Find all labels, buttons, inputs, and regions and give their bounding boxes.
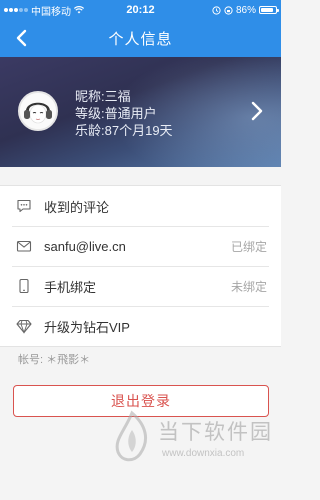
- level-label: 等级:: [75, 106, 105, 121]
- list-item-comments[interactable]: 收到的评论: [0, 186, 281, 226]
- level-value: 普通用户: [104, 106, 157, 121]
- watermark-text: 当下软件园: [158, 421, 273, 444]
- back-button[interactable]: [10, 27, 32, 49]
- chevron-right-icon: [251, 101, 263, 121]
- signal-icon: [4, 8, 28, 12]
- page-title: 个人信息: [108, 31, 173, 48]
- status-bar: 中国移动 20:12 86%: [0, 0, 281, 20]
- alarm-icon: [212, 5, 221, 15]
- status-time: 20:12: [126, 4, 155, 16]
- list-item-vip[interactable]: 升级为钻石VIP: [0, 306, 281, 346]
- carrier-label: 中国移动: [31, 6, 71, 18]
- age-value: 87个月19天: [104, 123, 173, 138]
- age-label: 乐龄:: [75, 123, 105, 138]
- status-right: 86%: [177, 4, 279, 16]
- status-left: 中国移动: [4, 3, 104, 18]
- phone-icon: [19, 278, 29, 294]
- nav-bar: 个人信息: [0, 20, 281, 57]
- battery-fill: [261, 8, 273, 12]
- avatar[interactable]: [18, 91, 58, 131]
- chevron-left-icon: [16, 29, 27, 47]
- battery-icon: [259, 6, 279, 14]
- status-badge-phone: 未绑定: [230, 279, 267, 294]
- diamond-icon: [16, 319, 32, 334]
- settings-list: 收到的评论 sanfu@live.cn 已绑定 手机绑定 未绑定 升级为钻石VI…: [0, 185, 281, 347]
- watermark: 当下软件园 www.downxia.com: [110, 408, 280, 476]
- nickname-value: 三福: [104, 89, 131, 104]
- nickname-row: 昵称: 三福: [75, 88, 173, 105]
- age-row: 乐龄: 87个月19天: [75, 122, 173, 139]
- profile-header[interactable]: 昵称: 三福 等级: 普通用户 乐龄: 87个月19天: [0, 57, 281, 167]
- list-item-label: 升级为钻石VIP: [44, 319, 130, 335]
- account-label: 帐号:: [18, 354, 44, 366]
- list-item-label: 收到的评论: [44, 199, 110, 215]
- watermark-url: www.downxia.com: [162, 448, 245, 459]
- wifi-icon: [74, 6, 84, 14]
- avatar-image: [20, 93, 56, 129]
- list-item-label: 手机绑定: [44, 279, 97, 295]
- mail-icon: [16, 240, 32, 252]
- lock-rotation-icon: [224, 5, 233, 15]
- battery-percent: 86%: [235, 4, 256, 16]
- status-badge-email: 已绑定: [230, 239, 267, 254]
- watermark-logo-icon: [115, 410, 148, 462]
- account-value: ＊飛影＊: [46, 354, 91, 366]
- comment-icon: [17, 199, 31, 213]
- level-row: 等级: 普通用户: [75, 105, 173, 122]
- list-item-label: sanfu@live.cn: [44, 238, 126, 254]
- list-item-phone[interactable]: 手机绑定 未绑定: [0, 266, 281, 306]
- nickname-label: 昵称:: [75, 89, 105, 104]
- list-item-email[interactable]: sanfu@live.cn 已绑定: [0, 226, 281, 266]
- account-info: 帐号: ＊飛影＊: [18, 351, 90, 367]
- profile-info: 昵称: 三福 等级: 普通用户 乐龄: 87个月19天: [75, 88, 173, 139]
